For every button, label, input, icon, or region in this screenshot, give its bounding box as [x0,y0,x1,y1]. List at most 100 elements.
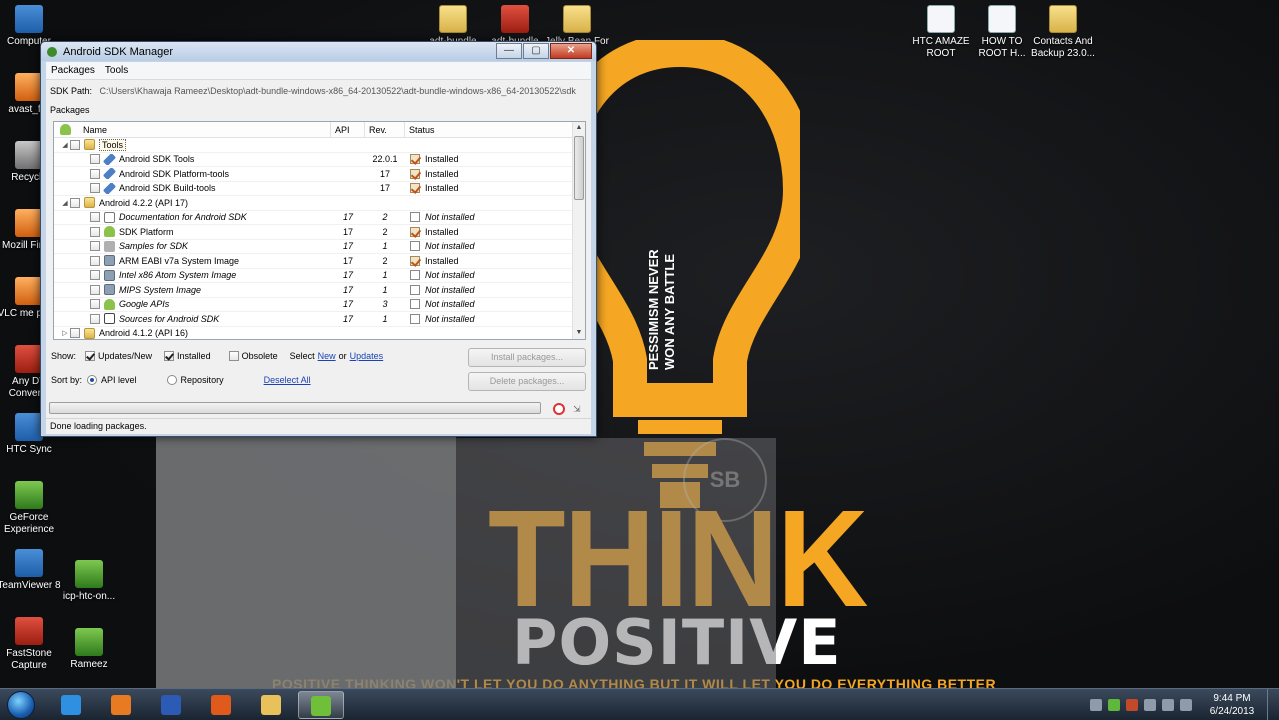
stop-icon[interactable] [553,403,565,415]
package-checkbox[interactable] [90,270,100,281]
package-row[interactable]: ARM EABI v7a System Image 17 2 Installed [54,254,585,269]
package-row[interactable]: ◢ Android 4.2.2 (API 17) [54,196,585,211]
taskbar-app-button[interactable] [98,691,144,719]
close-button[interactable]: ✕ [550,43,592,59]
sdk-manager-window[interactable]: Android SDK Manager — ▢ ✕ Packages Tools… [40,41,597,437]
package-row[interactable]: Documentation for Android SDK 17 2 Not inst… [54,211,585,225]
package-checkbox[interactable] [90,299,100,310]
tray-expand-icon[interactable] [1090,699,1102,711]
package-checkbox[interactable] [70,197,80,208]
tree-scrollbar[interactable]: ▲ ▼ [572,122,585,339]
scroll-thumb[interactable] [574,136,584,200]
package-checkbox[interactable] [70,328,80,339]
select-new-link[interactable]: New [318,351,336,361]
package-row[interactable]: ▷ Android 4.1.2 (API 16) [54,327,585,340]
taskbar-app-button[interactable] [298,691,344,719]
package-row[interactable]: Android SDK Tools 22.0.1 Installed [54,153,585,167]
desktop-icon[interactable]: Rameez [54,628,124,671]
word-doc-icon [988,5,1016,33]
packages-tree[interactable]: Name API Rev. Status ◢ Tools Android SDK T… [53,121,586,340]
battery-icon[interactable] [1162,699,1174,711]
package-name: Android SDK Tools [119,154,195,165]
install-packages-button[interactable]: Install packages... [468,348,586,367]
installed-checkbox[interactable] [164,351,175,361]
package-checkbox[interactable] [90,255,100,266]
package-checkbox[interactable] [90,313,100,324]
maximize-button[interactable]: ▢ [523,43,549,59]
package-checkbox[interactable] [90,241,100,252]
package-status: Not installed [405,313,565,324]
clock[interactable]: 9:44 PM 6/24/2013 [1203,692,1261,718]
package-status-text: Not installed [425,299,475,310]
installed-icon [410,168,420,179]
expand-toggle-icon[interactable]: ▷ [60,329,70,337]
package-api: 17 [342,241,353,252]
package-row[interactable]: Android SDK Platform-tools 17 Installed [54,167,585,182]
nvidia-tray-icon[interactable] [1108,699,1120,711]
start-button[interactable] [3,689,39,720]
deselect-all-link[interactable]: Deselect All [264,375,311,385]
desktop-icon[interactable]: HTC AMAZE ROOT [906,5,976,60]
scroll-up-icon[interactable]: ▲ [573,122,585,134]
background-window-ghost-2 [456,438,776,688]
column-api[interactable]: API [331,122,365,137]
expand-toggle-icon[interactable]: ◢ [60,141,70,149]
package-row[interactable]: MIPS System Image 17 1 Not installed [54,283,585,298]
menu-tools[interactable]: Tools [100,65,133,76]
expand-toggle-icon[interactable]: ◢ [60,199,70,207]
package-row[interactable]: ◢ Tools [54,138,585,153]
desktop-icon[interactable]: HOW TO ROOT H... [967,5,1037,60]
package-status-text: Not installed [425,313,475,324]
package-row[interactable]: Intel x86 Atom System Image 17 1 Not instal… [54,269,585,283]
taskbar-app-button[interactable] [48,691,94,719]
package-row[interactable]: Android SDK Build-tools 17 Installed [54,182,585,196]
api-level-radio[interactable] [87,375,98,385]
package-row[interactable]: SDK Platform 17 2 Installed [54,225,585,240]
desktop-icon[interactable]: icp-htc-on... [54,560,124,603]
package-row[interactable]: Sources for Android SDK 17 1 Not installed [54,312,585,327]
taskbar-app-button[interactable] [198,691,244,719]
minimize-button[interactable]: — [496,43,522,59]
desktop-icon[interactable]: Contacts And Backup 23.0... [1028,5,1098,60]
taskbar-app-button[interactable] [148,691,194,719]
column-rev[interactable]: Rev. [365,122,405,137]
network-icon[interactable] [1144,699,1156,711]
android-header-icon [60,124,71,135]
obsolete-checkbox[interactable] [228,351,239,361]
folder-icon [84,327,95,339]
package-name-cell: MIPS System Image [54,284,331,296]
package-checkbox[interactable] [70,139,80,150]
installed-label: Installed [177,351,211,361]
menu-packages[interactable]: Packages [46,65,100,76]
package-checkbox[interactable] [90,168,100,179]
dvd-converter-icon [15,345,43,373]
select-updates-link[interactable]: Updates [350,351,384,361]
scroll-down-icon[interactable]: ▼ [573,327,585,339]
package-checkbox[interactable] [90,226,100,237]
package-checkbox[interactable] [90,154,100,165]
column-status[interactable]: Status [405,122,573,137]
desktop-icon[interactable]: GeForce Experience [0,481,64,536]
antivirus-tray-icon[interactable] [1126,699,1138,711]
package-api: 17 [342,284,353,295]
log-icon[interactable]: ⇲ [573,404,585,414]
column-name[interactable]: Name [54,122,331,137]
taskbar-app-button[interactable] [248,691,294,719]
package-checkbox[interactable] [90,212,100,223]
package-name-cell: Android SDK Platform-tools [54,168,331,180]
delete-packages-button[interactable]: Delete packages... [468,372,586,391]
repository-radio[interactable] [166,375,177,385]
installed-icon [410,255,420,266]
windows-logo-icon [7,691,35,719]
package-row[interactable]: Google APIs 17 3 Not installed [54,298,585,312]
volume-icon[interactable] [1180,699,1192,711]
package-row[interactable]: Samples for SDK 17 1 Not installed [54,240,585,254]
package-checkbox[interactable] [90,284,100,295]
tool-icon [102,153,117,165]
show-desktop-button[interactable] [1267,689,1279,720]
package-name-cell: Samples for SDK [54,240,331,252]
not-installed-icon [410,313,420,324]
package-checkbox[interactable] [90,183,100,194]
updates-new-checkbox[interactable] [85,351,96,361]
sdk-path-row: SDK Path: C:\Users\Khawaja Rameez\Deskto… [46,80,591,101]
